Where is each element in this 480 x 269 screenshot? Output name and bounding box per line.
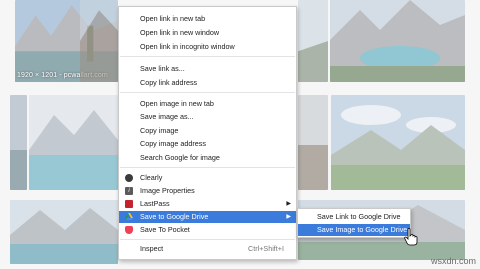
menu-item-label: Inspect [140,244,164,253]
image-thumbnail[interactable] [298,0,328,82]
lastpass-icon [125,200,133,208]
image-thumbnail[interactable] [10,200,118,264]
chevron-right-icon: ▶ [286,201,291,207]
image-thumbnail[interactable] [298,95,328,190]
menu-item-image-properties[interactable]: i Image Properties [119,185,296,197]
menu-item-open-link-new-window[interactable]: Open link in new window [119,27,296,39]
chevron-right-icon: ▶ [286,214,291,220]
google-drive-icon [125,213,133,221]
context-menu: Open link in new tab Open link in new wi… [118,6,297,260]
menu-item-copy-image[interactable]: Copy image [119,125,296,137]
submenu-item-save-link-to-drive[interactable]: Save Link to Google Drive [298,211,410,223]
info-icon: i [125,187,133,195]
image-thumbnail[interactable] [29,95,118,190]
menu-item-copy-link-address[interactable]: Copy link address [119,77,296,89]
hand-cursor-icon [404,228,418,246]
menu-item-save-to-google-drive[interactable]: Save to Google Drive ▶ [119,211,296,223]
image-thumbnail[interactable] [330,0,465,82]
menu-item-copy-image-address[interactable]: Copy image address [119,138,296,150]
menu-item-save-link-as[interactable]: Save link as... [119,63,296,75]
menu-item-label: Save To Pocket [140,225,190,234]
menu-item-label: LastPass [140,199,170,208]
menu-item-save-image-as[interactable]: Save image as... [119,111,296,123]
menu-item-label: Image Properties [140,186,195,195]
watermark: wsxdn.com [430,256,476,266]
menu-item-save-to-pocket[interactable]: Save To Pocket [119,224,296,236]
menu-separator [120,239,295,240]
menu-item-label: Clearly [140,173,163,182]
image-thumbnail[interactable] [331,95,465,190]
menu-item-search-google-for-image[interactable]: Search Google for image [119,152,296,164]
menu-item-label: Save to Google Drive [140,212,209,221]
submenu-item-save-image-to-drive[interactable]: Save Image to Google Drive [298,224,410,236]
menu-separator [120,92,295,93]
menu-item-open-image-new-tab[interactable]: Open image in new tab [119,98,296,110]
menu-item-lastpass[interactable]: LastPass ▶ [119,198,296,210]
keyboard-shortcut: Ctrl+Shift+I [248,244,284,253]
pocket-icon [125,226,133,234]
google-drive-submenu: Save Link to Google Drive Save Image to … [297,208,411,238]
menu-item-open-link-incognito[interactable]: Open link in incognito window [119,41,296,53]
image-thumbnail[interactable] [80,0,118,82]
menu-item-open-link-new-tab[interactable]: Open link in new tab [119,13,296,25]
menu-item-clearly[interactable]: Clearly [119,172,296,184]
menu-item-inspect[interactable]: Inspect Ctrl+Shift+I [119,243,296,255]
menu-separator [120,167,295,168]
image-thumbnail[interactable] [10,95,27,190]
menu-separator [120,56,295,57]
clearly-icon [125,174,133,182]
